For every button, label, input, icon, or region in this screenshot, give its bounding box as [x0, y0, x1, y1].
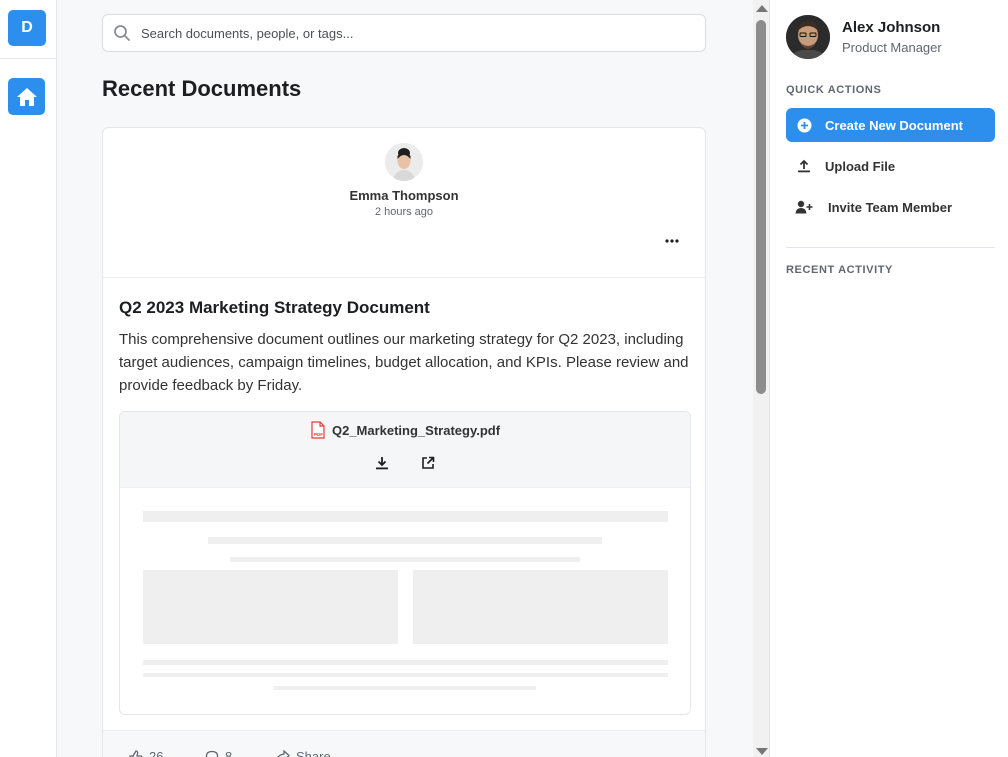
author-avatar[interactable] — [385, 143, 423, 181]
plus-circle-icon — [795, 116, 813, 134]
preview-placeholder-line — [274, 686, 536, 690]
external-link-icon — [422, 456, 435, 469]
right-panel: Alex Johnson Product Manager QUICK ACTIO… — [771, 0, 1008, 757]
right-panel-divider — [786, 247, 995, 248]
main-content: Recent Documents Emma Thompson 2 hours a… — [57, 0, 753, 757]
download-icon — [376, 457, 388, 470]
share-label: Share — [296, 749, 331, 757]
attachment-actions — [120, 454, 690, 472]
pdf-file-icon: PDF — [311, 421, 325, 439]
user-name[interactable]: Alex Johnson — [842, 19, 940, 36]
attachment-preview: PDF Q2_Marketing_Strategy.pdf — [119, 411, 691, 715]
user-avatar[interactable] — [786, 15, 830, 59]
left-rail: D — [0, 0, 57, 757]
user-plus-icon — [795, 198, 813, 216]
create-new-document-button[interactable]: Create New Document — [786, 108, 995, 142]
page-title: Recent Documents — [102, 76, 302, 101]
quick-actions-label: QUICK ACTIONS — [786, 84, 882, 96]
post-header: Emma Thompson 2 hours ago — [103, 128, 705, 278]
share-icon — [277, 749, 290, 757]
more-options-button[interactable] — [663, 232, 681, 250]
preview-placeholder-block — [413, 570, 668, 644]
home-icon — [16, 87, 37, 106]
more-horizontal-icon — [665, 239, 679, 243]
open-external-button[interactable] — [419, 454, 437, 472]
post-timestamp: 2 hours ago — [374, 206, 434, 218]
preview-placeholder-block — [143, 570, 398, 644]
rail-divider — [0, 58, 56, 59]
scroll-down-arrow[interactable] — [756, 748, 768, 755]
author-name[interactable]: Emma Thompson — [103, 188, 705, 203]
author-avatar-image — [385, 143, 423, 181]
recent-activity-label: RECENT ACTIVITY — [786, 264, 893, 276]
main-scrollbar[interactable] — [753, 0, 770, 757]
post-actions: 26 8 Share — [103, 730, 705, 757]
document-description: This comprehensive document outlines our… — [119, 331, 689, 394]
user-avatar-image — [786, 15, 830, 59]
search-icon — [114, 25, 130, 41]
like-button[interactable]: 26 — [129, 749, 163, 757]
preview-placeholder-line — [208, 537, 602, 544]
attachment-header: PDF Q2_Marketing_Strategy.pdf — [120, 412, 690, 488]
share-button[interactable]: Share — [275, 749, 331, 757]
attachment-file[interactable]: PDF Q2_Marketing_Strategy.pdf — [120, 421, 690, 439]
search-bar — [102, 14, 706, 52]
comment-count: 8 — [225, 749, 233, 757]
document-title[interactable]: Q2 2023 Marketing Strategy Document — [119, 298, 430, 318]
home-button[interactable] — [8, 78, 45, 115]
app-logo[interactable]: D — [8, 10, 46, 46]
download-button[interactable] — [373, 454, 391, 472]
preview-placeholder-line — [143, 511, 668, 522]
upload-icon — [795, 157, 813, 175]
svg-text:PDF: PDF — [314, 432, 323, 437]
upload-file-label: Upload File — [825, 158, 896, 174]
scroll-up-arrow[interactable] — [756, 5, 768, 12]
like-count: 26 — [149, 749, 164, 757]
preview-placeholder-line — [143, 673, 668, 677]
preview-placeholder-line — [143, 660, 668, 665]
create-new-document-label: Create New Document — [825, 117, 963, 133]
upload-file-button[interactable]: Upload File — [786, 149, 995, 183]
thumbs-up-icon — [129, 749, 143, 757]
search-input[interactable] — [141, 25, 705, 41]
invite-team-member-button[interactable]: Invite Team Member — [786, 190, 995, 224]
attachment-filename: Q2_Marketing_Strategy.pdf — [331, 422, 501, 438]
comment-button[interactable]: 8 — [205, 749, 232, 757]
preview-placeholder-line — [230, 557, 580, 562]
user-role: Product Manager — [842, 40, 942, 55]
scrollbar-thumb[interactable] — [756, 20, 766, 394]
invite-team-member-label: Invite Team Member — [828, 199, 953, 215]
document-post-card: Emma Thompson 2 hours ago Q2 2023 Market… — [102, 127, 706, 757]
comment-icon — [205, 750, 219, 757]
